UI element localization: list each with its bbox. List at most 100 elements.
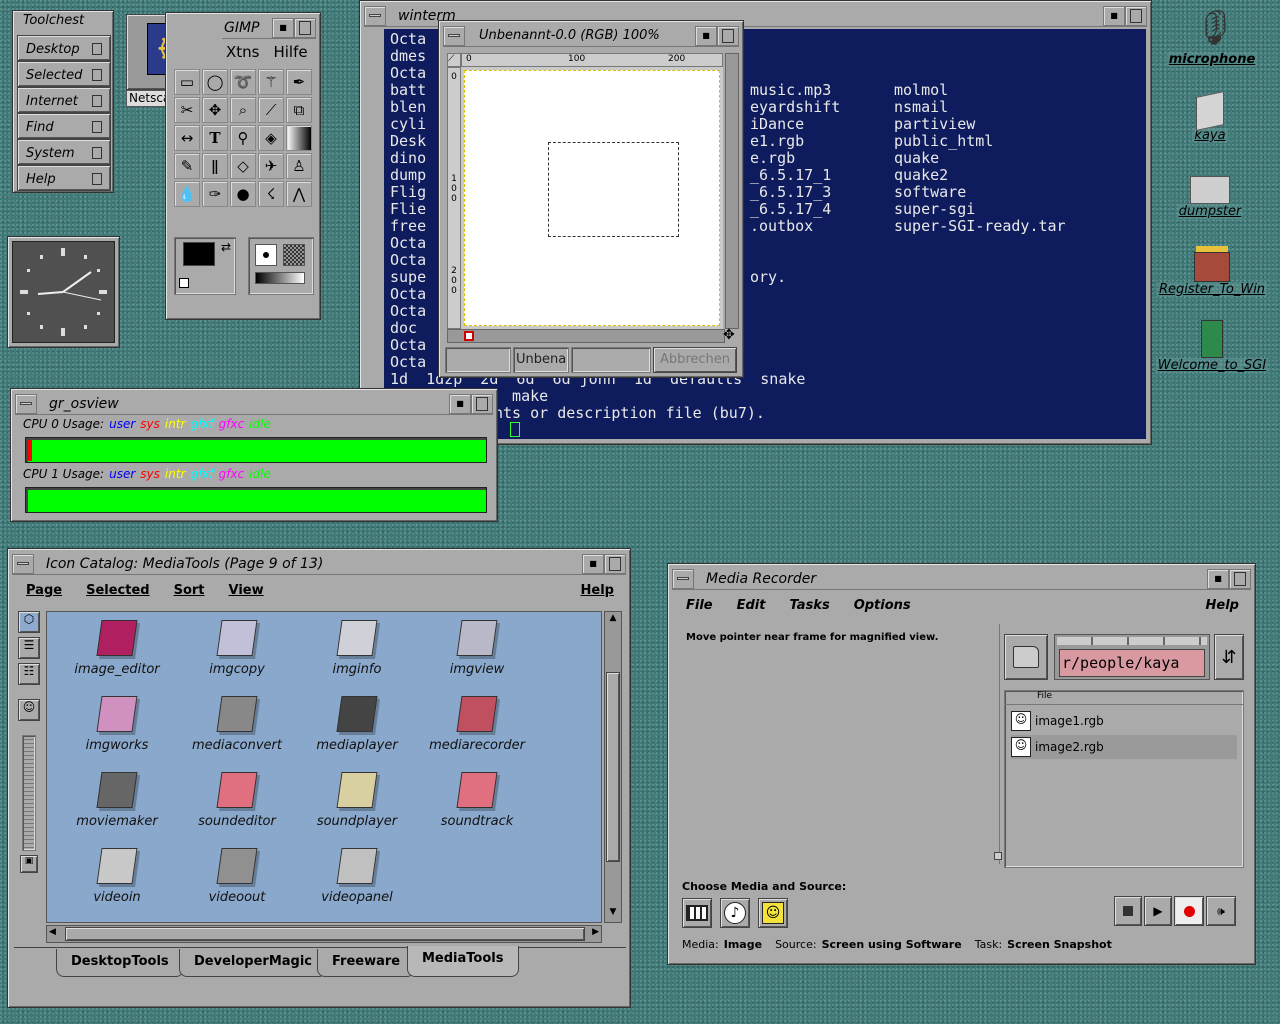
ink-icon[interactable]: ✑: [202, 181, 228, 207]
hscroll-thumb[interactable]: [65, 927, 585, 941]
bezier-icon[interactable]: ✒: [286, 69, 312, 95]
ruler-corner[interactable]: ⟋: [447, 53, 461, 67]
pane-resize-handle[interactable]: [994, 852, 1002, 860]
tab-desktoptools[interactable]: DesktopTools: [56, 949, 184, 977]
eraser-icon[interactable]: ◇: [230, 153, 256, 179]
toolchest-item-system[interactable]: System: [17, 139, 111, 165]
menu-file[interactable]: File: [674, 598, 725, 620]
desktop-icon-dumpster[interactable]: dumpster: [1150, 160, 1270, 219]
slider-reset-button[interactable]: ▣: [20, 855, 38, 873]
catalog-icon-imgcopy[interactable]: imgcopy: [182, 616, 292, 677]
horizontal-scrollbar[interactable]: [447, 329, 725, 343]
menu-page[interactable]: Page: [14, 583, 74, 605]
tab-mediatools[interactable]: MediaTools: [407, 946, 519, 977]
cancel-button[interactable]: Abbrechen: [653, 347, 737, 373]
image-canvas[interactable]: [461, 67, 723, 329]
catalog-icon-imginfo[interactable]: imginfo: [302, 616, 412, 677]
desktop-icon-kaya[interactable]: kaya: [1150, 84, 1270, 143]
dodge-icon[interactable]: ●: [230, 181, 256, 207]
catalog-icon-image-editor[interactable]: image_editor: [62, 616, 172, 677]
minimize-button[interactable]: ■: [1207, 568, 1229, 589]
minimize-button[interactable]: ■: [1103, 5, 1125, 26]
catalog-vscroll[interactable]: ▲ ▼: [604, 611, 622, 923]
smudge-icon[interactable]: ☇: [258, 181, 284, 207]
menu-selected[interactable]: Selected: [74, 583, 162, 605]
menu-options[interactable]: Options: [842, 598, 923, 620]
tab-developermagic[interactable]: DeveloperMagic: [179, 949, 327, 977]
view-list-toggle[interactable]: ☰: [18, 637, 40, 659]
audio-settings-button[interactable]: 🕪: [1206, 896, 1236, 926]
scroll-down-arrow[interactable]: ▼: [606, 907, 620, 921]
paintbrush-icon[interactable]: ǁ: [202, 153, 228, 179]
gimp-menu-hilfe[interactable]: Hilfe: [273, 43, 307, 61]
menu-sort[interactable]: Sort: [162, 583, 217, 605]
minimize-button[interactable]: ■: [272, 17, 294, 38]
file-row-image1[interactable]: ☺ image1.rgb: [1011, 709, 1237, 733]
scroll-right-arrow[interactable]: ▶: [592, 927, 599, 937]
quickmask-icon[interactable]: [464, 331, 474, 341]
stop-button[interactable]: [1114, 896, 1142, 926]
menu-help[interactable]: Help: [569, 583, 626, 605]
play-button[interactable]: ▶: [1144, 896, 1172, 926]
menu-edit[interactable]: Edit: [725, 598, 778, 620]
catalog-icon-soundtrack[interactable]: soundtrack: [422, 768, 532, 829]
catalog-icon-videopanel[interactable]: videopanel: [302, 844, 412, 905]
desktop-icon-welcome[interactable]: Welcome_to_SGI: [1152, 312, 1272, 373]
preview-area[interactable]: [678, 624, 1000, 864]
catalog-icon-soundplayer[interactable]: soundplayer: [302, 768, 412, 829]
file-row-image2[interactable]: ☺ image2.rgb: [1011, 735, 1237, 759]
maximize-button[interactable]: [1229, 568, 1251, 589]
magic-wand-icon[interactable]: ⚚: [258, 69, 284, 95]
transform-icon[interactable]: ⧉: [286, 97, 312, 123]
ellipse-select-icon[interactable]: ◯: [202, 69, 228, 95]
view-detail-toggle[interactable]: ☷: [18, 663, 40, 685]
maximize-button[interactable]: [1125, 5, 1147, 26]
maximize-button[interactable]: [717, 25, 739, 46]
folder-button[interactable]: [1004, 634, 1048, 680]
minimize-button[interactable]: ■: [695, 25, 717, 46]
pattern-preview[interactable]: [283, 244, 305, 266]
lasso-icon[interactable]: ➰: [230, 69, 256, 95]
desktop-icon-register[interactable]: Register_To_Win: [1152, 236, 1272, 297]
catalog-icon-videoout[interactable]: videoout: [182, 844, 292, 905]
catalog-hscroll[interactable]: ◀ ▶: [46, 925, 602, 943]
maximize-button[interactable]: [294, 17, 316, 38]
maximize-button[interactable]: [471, 393, 493, 414]
scroll-thumb[interactable]: [606, 672, 620, 862]
toolchest-item-desktop[interactable]: Desktop: [17, 35, 111, 61]
flip-icon[interactable]: ↔: [174, 125, 200, 151]
default-colors-icon[interactable]: [179, 278, 189, 288]
toolchest-item-help[interactable]: Help: [17, 165, 111, 191]
media-video-button[interactable]: [682, 898, 712, 928]
navigate-icon[interactable]: ✥: [723, 327, 735, 343]
catalog-icon-imgview[interactable]: imgview: [422, 616, 532, 677]
tab-freeware[interactable]: Freeware: [317, 949, 416, 977]
icon-size-slider[interactable]: [22, 735, 36, 851]
scroll-left-arrow[interactable]: ◀: [49, 927, 56, 937]
toolchest-item-internet[interactable]: Internet: [17, 87, 111, 113]
rect-select-icon[interactable]: ▭: [174, 69, 200, 95]
scroll-up-arrow[interactable]: ▲: [606, 613, 620, 627]
gradient-icon[interactable]: [286, 125, 312, 151]
desktop-icon-microphone[interactable]: 🎙 microphone: [1152, 8, 1272, 67]
window-menu-button[interactable]: [364, 5, 386, 26]
catalog-icon-mediaconvert[interactable]: mediaconvert: [182, 692, 292, 753]
minimize-button[interactable]: ■: [582, 553, 604, 574]
blur-icon[interactable]: 💧: [174, 181, 200, 207]
window-menu-button[interactable]: [15, 393, 37, 414]
media-audio-button[interactable]: ♪: [720, 898, 750, 928]
toolchest-item-find[interactable]: Find: [17, 113, 111, 139]
window-menu-button[interactable]: [443, 25, 465, 46]
measure-icon[interactable]: ⋀: [286, 181, 312, 207]
pencil-icon[interactable]: ✎: [174, 153, 200, 179]
window-menu-button[interactable]: [672, 568, 694, 589]
catalog-icon-soundeditor[interactable]: soundeditor: [182, 768, 292, 829]
text-tool-icon[interactable]: T: [202, 125, 228, 151]
media-image-button[interactable]: ☺: [758, 898, 788, 928]
refresh-button[interactable]: ⇵: [1214, 634, 1244, 680]
view-icon-toggle[interactable]: ⬡: [18, 611, 40, 633]
menu-help[interactable]: Help: [1194, 598, 1251, 620]
vertical-scrollbar[interactable]: [725, 53, 739, 329]
brush-preview[interactable]: [255, 244, 277, 266]
menu-view[interactable]: View: [217, 583, 276, 605]
